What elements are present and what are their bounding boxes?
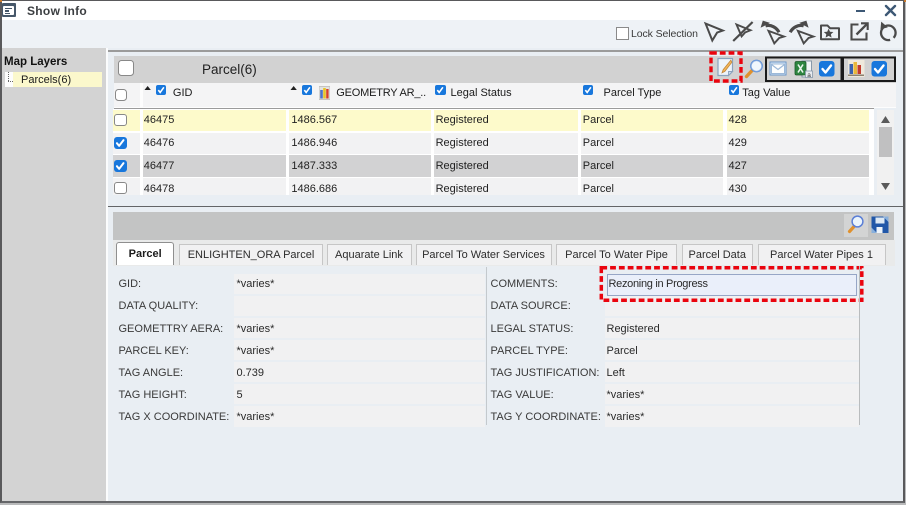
svg-text:a: a: [807, 72, 811, 79]
